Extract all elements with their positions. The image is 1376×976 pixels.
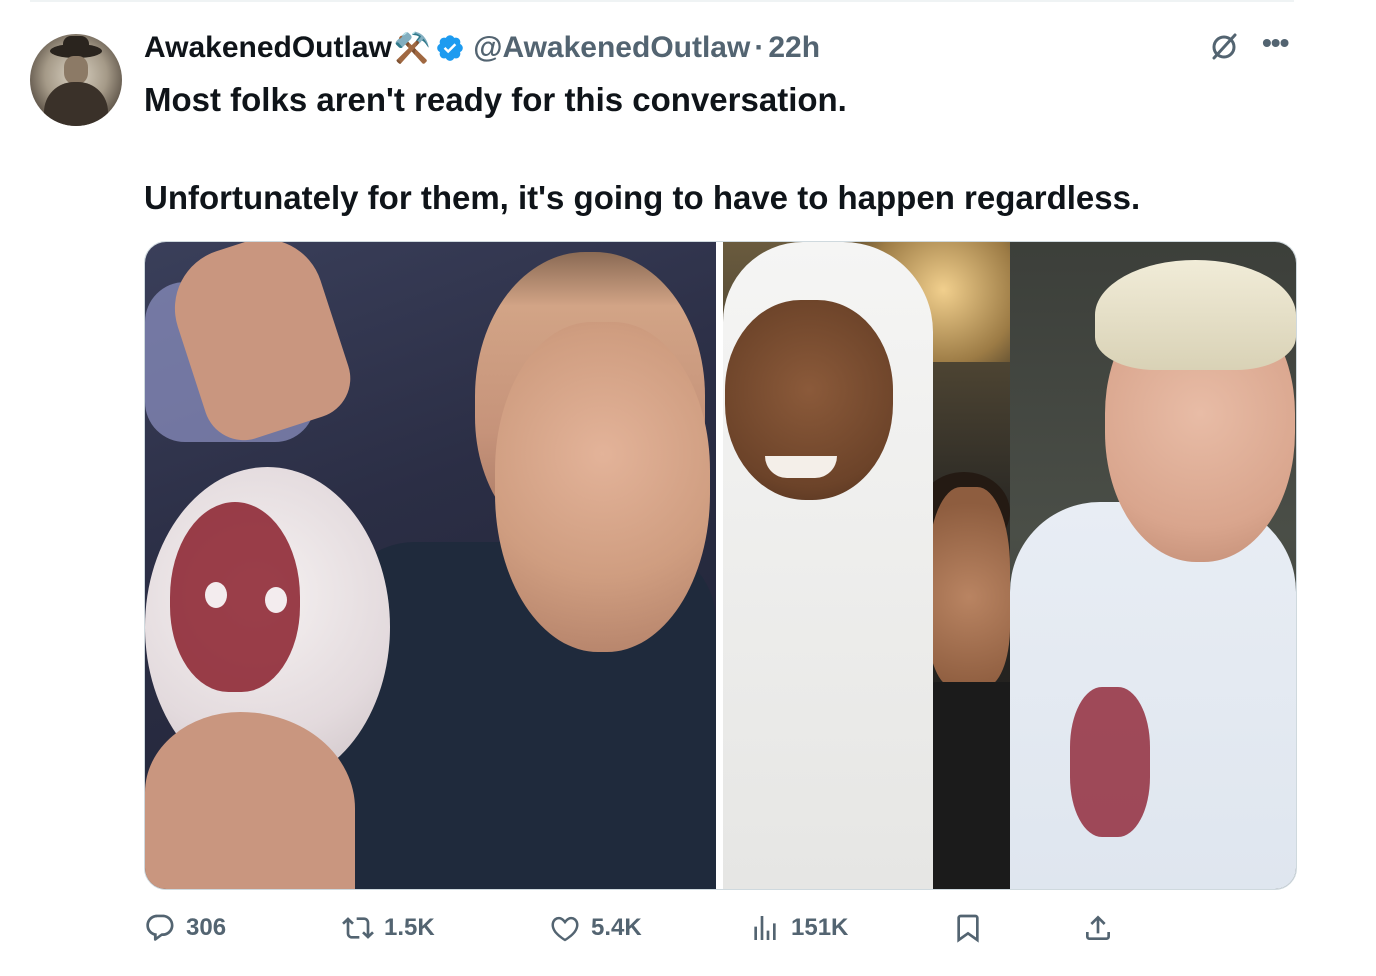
repost-icon [342, 917, 374, 939]
reply-button[interactable]: 306 [144, 906, 226, 950]
media-image-2[interactable] [723, 242, 1010, 889]
image-detail [1070, 687, 1150, 837]
divider-top [30, 0, 1294, 2]
more-icon[interactable]: ••• [1262, 29, 1298, 62]
grok-icon[interactable] [1208, 30, 1240, 62]
image-detail [1010, 502, 1296, 889]
image-detail [495, 322, 710, 652]
like-count: 5.4K [591, 914, 642, 941]
media-grid[interactable] [144, 241, 1297, 890]
image-detail [1095, 260, 1296, 370]
view-count: 151K [791, 914, 849, 941]
tweet-text-line: Most folks aren't ready for this convers… [144, 81, 847, 118]
repost-count: 1.5K [384, 914, 435, 941]
author-name[interactable]: AwakenedOutlaw [144, 31, 392, 65]
share-icon [1086, 915, 1110, 940]
heart-icon [551, 916, 579, 942]
image-detail [928, 487, 1010, 687]
tweet-text: Most folks aren't ready for this convers… [144, 78, 1294, 220]
tweet-text-line: Unfortunately for them, it's going to ha… [144, 179, 1141, 216]
image-detail [265, 587, 287, 613]
reply-count: 306 [186, 914, 227, 941]
action-bar: 306 1.5K 5.4K 151K [144, 906, 1294, 954]
share-button[interactable] [1082, 906, 1124, 950]
timestamp[interactable]: 22h [768, 31, 820, 65]
repost-button[interactable]: 1.5K [342, 906, 435, 950]
separator-dot: · [754, 31, 765, 64]
views-icon [754, 916, 776, 940]
media-image-1[interactable] [145, 242, 716, 889]
tweet-header: AwakenedOutlaw ⚒️ @AwakenedOutlaw · 22h [144, 28, 820, 68]
image-detail [205, 582, 227, 608]
author-emoji: ⚒️ [393, 31, 432, 65]
avatar-body [44, 82, 108, 126]
verified-badge-icon[interactable] [435, 33, 465, 63]
media-image-3[interactable] [1010, 242, 1296, 889]
image-detail [765, 456, 837, 478]
media-divider [716, 242, 723, 889]
bookmark-icon [957, 914, 979, 943]
avatar[interactable] [30, 34, 122, 126]
bookmark-button[interactable] [952, 906, 994, 950]
reply-icon [146, 914, 174, 941]
author-handle[interactable]: @AwakenedOutlaw [473, 31, 750, 65]
like-button[interactable]: 5.4K [549, 906, 642, 950]
views-button[interactable]: 151K [749, 906, 848, 950]
avatar-hat-crown [63, 36, 89, 50]
avatar-face [64, 56, 88, 84]
